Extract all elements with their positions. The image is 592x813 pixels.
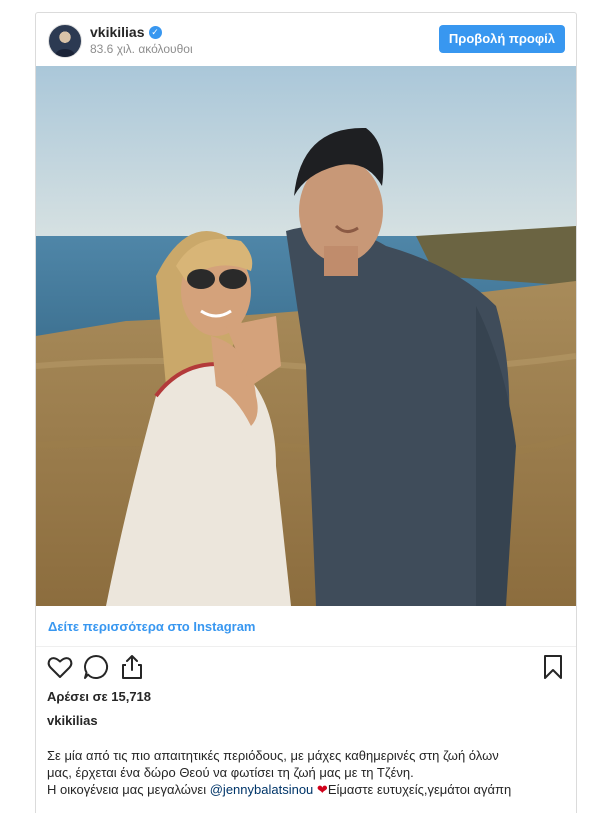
caption-line-3-start: Η οικογένεια μας μεγαλώνει [47, 782, 210, 797]
caption-text: Σε μία από τις πιο απαιτητικές περιόδους… [47, 747, 572, 798]
caption-line-2: μας, έρχεται ένα δώρο Θεού να φωτίσει τη… [47, 765, 414, 780]
comment-icon[interactable] [82, 653, 110, 681]
caption-line-3: Η οικογένεια μας μεγαλώνει @jennybalatsi… [47, 781, 572, 798]
caption-username[interactable]: vkikilias [47, 713, 98, 728]
post-photo[interactable] [36, 66, 576, 606]
see-more-link[interactable]: Δείτε περισσότερα στο Instagram [48, 619, 256, 634]
heart-icon[interactable] [46, 653, 74, 681]
caption-line-3-end: Είμαστε ευτυχείς,γεμάτοι αγάπη [327, 782, 512, 797]
post-header: vkikilias ✓ 83.6 χιλ. ακόλουθοι Προβολή … [36, 13, 576, 66]
followers-count: 83.6 χιλ. ακόλουθοι [90, 42, 193, 56]
share-icon[interactable] [118, 653, 146, 681]
profile-avatar[interactable] [48, 24, 82, 58]
action-bar [36, 653, 576, 683]
instagram-embed: vkikilias ✓ 83.6 χιλ. ακόλουθοι Προβολή … [35, 12, 577, 813]
couple-photo-illustration [36, 66, 576, 606]
mention-link[interactable]: @jennybalatsinou [210, 782, 314, 797]
heart-emoji-icon: ❤ [316, 782, 328, 797]
caption-line-1: Σε μία από τις πιο απαιτητικές περιόδους… [47, 748, 499, 763]
username-row: vkikilias ✓ [90, 24, 162, 40]
verified-badge-icon: ✓ [148, 25, 162, 39]
view-profile-button[interactable]: Προβολή προφίλ [438, 25, 565, 53]
username-link[interactable]: vkikilias [90, 24, 145, 40]
bookmark-icon[interactable] [539, 653, 567, 681]
likes-count[interactable]: Αρέσει σε 15,718 [47, 689, 151, 704]
divider [36, 646, 576, 647]
